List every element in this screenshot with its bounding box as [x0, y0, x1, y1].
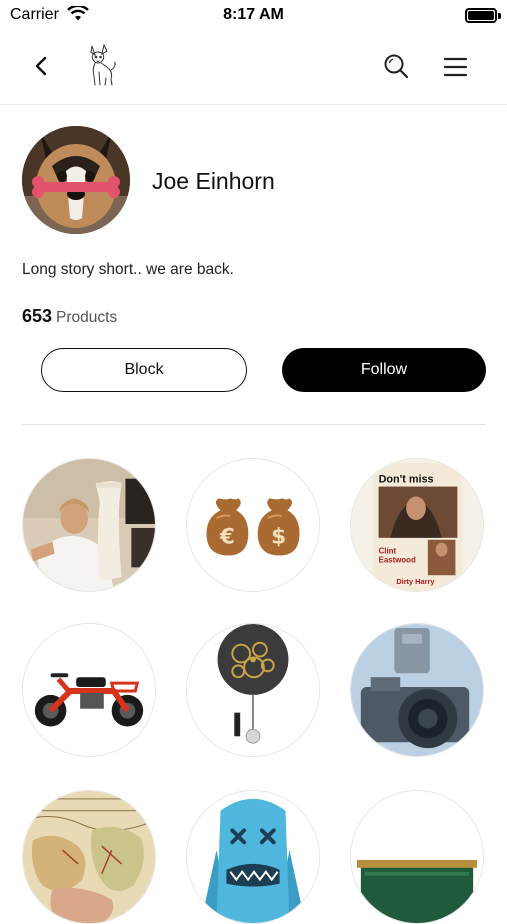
- nav-bar: [0, 32, 507, 105]
- product-item-dirty-harry-poster[interactable]: Don't miss Clint Eastwood Dirty Harry: [350, 458, 484, 592]
- avatar[interactable]: [22, 126, 130, 234]
- product-item-person-with-vase[interactable]: [22, 458, 156, 592]
- hamburger-menu-icon[interactable]: [442, 54, 470, 80]
- euro-glyph: €: [219, 525, 235, 550]
- follow-button[interactable]: Follow: [282, 348, 486, 392]
- product-count-label: Products: [56, 309, 118, 326]
- poster-eastwood: Eastwood: [379, 555, 416, 564]
- poster-clint: Clint: [379, 547, 397, 556]
- chevron-left-icon[interactable]: [28, 52, 56, 80]
- product-item-mini-bike[interactable]: [22, 623, 156, 757]
- battery-tip: [498, 13, 501, 19]
- product-item-green-box[interactable]: [350, 790, 484, 924]
- product-item-money-bags-euro-dollar[interactable]: € $: [186, 458, 320, 592]
- profile-name: Joe Einhorn: [152, 168, 275, 194]
- product-item-gear-pendulum-clock[interactable]: [186, 623, 320, 757]
- clock: 8:17 AM: [223, 6, 284, 23]
- dollar-glyph: $: [271, 525, 286, 550]
- product-item-antique-map[interactable]: [22, 790, 156, 924]
- profile-bio: Long story short.. we are back.: [22, 261, 234, 278]
- product-item-vintage-camera[interactable]: [350, 623, 484, 757]
- battery-icon: [465, 8, 497, 23]
- divider: [22, 424, 486, 425]
- product-count-number: 653: [22, 306, 53, 326]
- poster-dont-miss: Don't miss: [379, 474, 434, 486]
- block-button[interactable]: Block: [41, 348, 247, 392]
- status-bar: Carrier 8:17 AM: [0, 0, 507, 32]
- dog-logo-icon[interactable]: [82, 42, 120, 88]
- search-icon[interactable]: [382, 52, 410, 80]
- product-item-kaws-figure[interactable]: [186, 790, 320, 924]
- poster-dirty-harry: Dirty Harry: [396, 577, 435, 586]
- product-count: 653 Products: [22, 306, 117, 327]
